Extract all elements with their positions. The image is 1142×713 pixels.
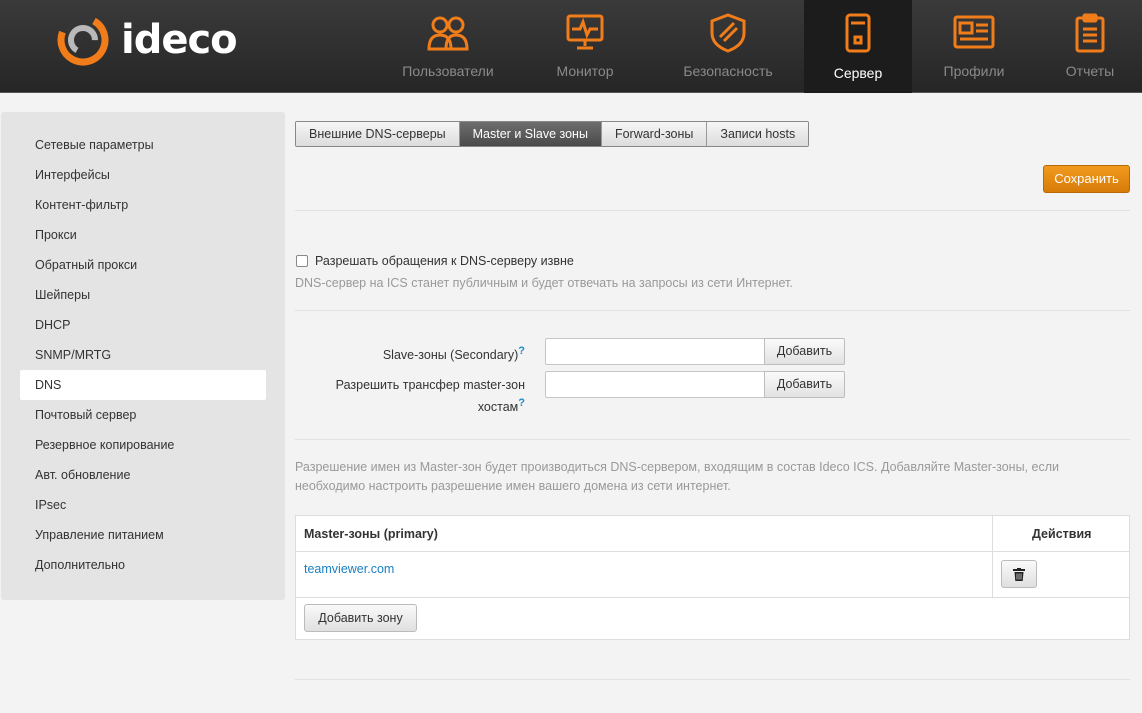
nav-item-reports[interactable]: Отчеты: [1036, 0, 1142, 93]
sidebar-item-mail[interactable]: Почтовый сервер: [1, 400, 285, 430]
transfer-hosts-input[interactable]: [545, 371, 765, 398]
sidebar-item-ipsec[interactable]: IPsec: [1, 490, 285, 520]
nav-item-monitor[interactable]: Монитор: [518, 0, 652, 93]
sidebar-item-advanced[interactable]: Дополнительно: [1, 550, 285, 580]
divider: [295, 210, 1130, 211]
nav-item-security[interactable]: Безопасность: [652, 0, 804, 93]
logo[interactable]: ideco: [57, 14, 238, 66]
slave-add-button[interactable]: Добавить: [764, 338, 845, 365]
shield-icon: [710, 13, 746, 53]
external-access-row: Разрешать обращения к DNS-серверу извне: [296, 254, 574, 268]
sidebar-item-shapers[interactable]: Шейперы: [1, 280, 285, 310]
transfer-add-button[interactable]: Добавить: [764, 371, 845, 398]
monitor-icon: [566, 14, 604, 50]
main-nav: Пользователи Монитор Безопасность Сервер…: [378, 0, 1142, 93]
nav-label: Безопасность: [683, 63, 773, 79]
sidebar-item-auto-update[interactable]: Авт. обновление: [1, 460, 285, 490]
sidebar-item-backup[interactable]: Резервное копирование: [1, 430, 285, 460]
table-header: Master-зоны (primary) Действия: [296, 516, 1129, 552]
external-access-label[interactable]: Разрешать обращения к DNS-серверу извне: [315, 254, 574, 268]
sidebar-item-reverse-proxy[interactable]: Обратный прокси: [1, 250, 285, 280]
external-access-checkbox[interactable]: [296, 255, 308, 267]
sidebar-item-dhcp[interactable]: DHCP: [1, 310, 285, 340]
column-header-zone: Master-зоны (primary): [304, 527, 438, 541]
nav-label: Сервер: [833, 65, 883, 81]
save-button[interactable]: Сохранить: [1043, 165, 1130, 193]
zone-link[interactable]: teamviewer.com: [304, 562, 394, 576]
help-icon[interactable]: ?: [518, 345, 525, 357]
nav-item-server[interactable]: Сервер: [804, 0, 912, 93]
master-zones-table: Master-зоны (primary) Действия teamviewe…: [295, 515, 1130, 640]
reports-icon: [1075, 13, 1105, 53]
row-divider: [296, 597, 1129, 598]
nav-item-users[interactable]: Пользователи: [378, 0, 518, 93]
sidebar-item-dns[interactable]: DNS: [20, 370, 266, 400]
tab-master-slave[interactable]: Master и Slave зоны: [459, 122, 602, 146]
top-bar: ideco Пользователи Монитор Безопасность …: [0, 0, 1142, 93]
slave-zones-input[interactable]: [545, 338, 765, 365]
sidebar-item-power[interactable]: Управление питанием: [1, 520, 285, 550]
nav-label: Монитор: [556, 63, 614, 79]
master-zones-hint: Разрешение имен из Master-зон будет прои…: [295, 460, 1059, 493]
help-icon[interactable]: ?: [518, 397, 525, 409]
external-access-hint: DNS-сервер на ICS станет публичным и буд…: [295, 276, 793, 290]
column-divider: [992, 516, 993, 597]
brand-name: ideco: [121, 17, 238, 63]
nav-label: Профили: [943, 63, 1005, 79]
sidebar-item-proxy[interactable]: Прокси: [1, 220, 285, 250]
tab-hosts[interactable]: Записи hosts: [707, 122, 809, 146]
add-zone-button[interactable]: Добавить зону: [304, 604, 417, 632]
sidebar-item-snmp[interactable]: SNMP/MRTG: [1, 340, 285, 370]
tab-forward-zones[interactable]: Forward-зоны: [601, 122, 708, 146]
sidebar-item-network[interactable]: Сетевые параметры: [1, 130, 285, 160]
dns-tabs: Внешние DNS-серверы Master и Slave зоны …: [295, 121, 810, 147]
slave-zones-label: Slave-зоны (Secondary)?: [382, 345, 525, 363]
users-icon: [427, 16, 469, 51]
sidebar: Сетевые параметры Интерфейсы Контент-фил…: [1, 112, 285, 600]
nav-label: Пользователи: [402, 63, 494, 79]
divider: [295, 679, 1130, 680]
sidebar-item-content-filter[interactable]: Контент-фильтр: [1, 190, 285, 220]
column-header-actions: Действия: [1032, 527, 1092, 541]
ideco-logo-icon: [57, 14, 109, 66]
profiles-icon: [953, 15, 995, 49]
nav-label: Отчеты: [1065, 63, 1115, 79]
nav-item-profiles[interactable]: Профили: [912, 0, 1036, 93]
divider: [295, 439, 1130, 440]
tab-external-dns[interactable]: Внешние DNS-серверы: [296, 122, 460, 146]
server-icon: [845, 13, 871, 53]
transfer-label: Разрешить трансфер master-зон хостам?: [335, 378, 525, 415]
delete-zone-button[interactable]: [1001, 560, 1037, 588]
trash-icon: [1013, 567, 1025, 581]
divider: [295, 310, 1130, 311]
sidebar-item-interfaces[interactable]: Интерфейсы: [1, 160, 285, 190]
